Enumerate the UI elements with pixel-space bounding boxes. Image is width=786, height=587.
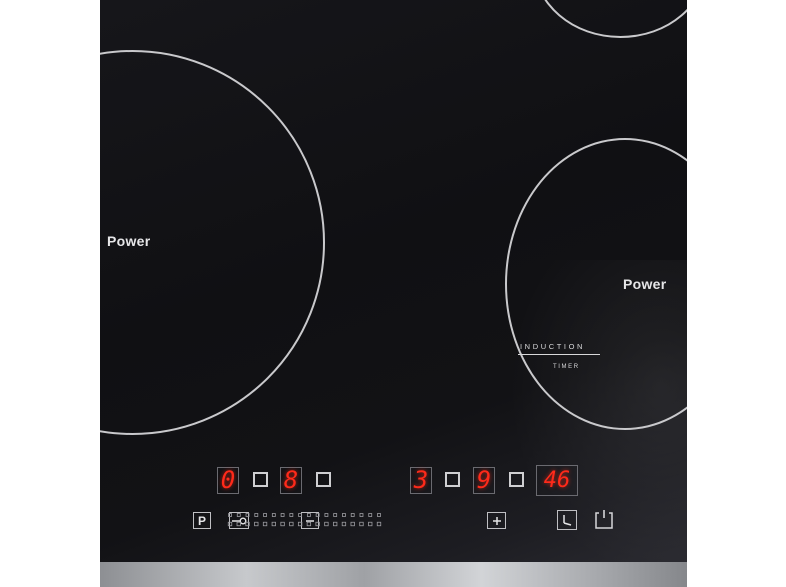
power-icon — [595, 510, 613, 529]
slider-step[interactable] — [271, 521, 276, 527]
slider-step[interactable] — [297, 521, 303, 527]
slider-plus-button[interactable] — [487, 512, 506, 529]
power-slider[interactable] — [226, 511, 383, 529]
pause-label: P — [197, 513, 206, 528]
slider-step[interactable] — [315, 521, 320, 527]
slider-step[interactable] — [306, 513, 311, 517]
pause-button[interactable]: P — [193, 512, 211, 529]
slider-step[interactable] — [245, 513, 250, 517]
slider-step[interactable] — [333, 521, 338, 527]
slider-step[interactable] — [280, 521, 285, 527]
zone2-select-button[interactable] — [316, 472, 331, 487]
slider-step[interactable] — [333, 513, 338, 517]
zone3-select-button[interactable] — [445, 472, 460, 487]
stainless-trim — [100, 562, 687, 587]
power-button[interactable] — [594, 509, 614, 530]
slider-step[interactable] — [227, 521, 233, 527]
plus-icon — [492, 516, 501, 525]
slider-step[interactable] — [368, 513, 373, 517]
slider-step[interactable] — [342, 513, 346, 517]
slider-step[interactable] — [262, 521, 268, 527]
slider-step[interactable] — [315, 513, 320, 517]
zone4-select-button[interactable] — [509, 472, 524, 487]
slider-step[interactable] — [289, 521, 294, 527]
induction-brand-label: INDUCTION — [520, 342, 586, 351]
slider-step[interactable] — [324, 521, 329, 527]
slider-step[interactable] — [280, 513, 285, 517]
slider-step[interactable] — [377, 513, 381, 517]
slider-step[interactable] — [341, 521, 347, 527]
slider-step[interactable] — [298, 513, 303, 517]
slider-step[interactable] — [254, 521, 259, 527]
zone2-level-display: 8 — [280, 467, 302, 494]
timer-minutes-display: 46 — [536, 465, 578, 496]
slider-step[interactable] — [359, 513, 364, 517]
slider-step[interactable] — [306, 521, 312, 527]
slider-step[interactable] — [245, 521, 250, 527]
slider-step[interactable] — [236, 521, 241, 527]
zone4-level-display: 9 — [473, 467, 495, 494]
clock-icon — [563, 515, 572, 526]
zone1-level-display: 0 — [217, 467, 239, 494]
slider-step[interactable] — [236, 513, 241, 517]
power-label-right-zone: Power — [623, 276, 667, 292]
slider-step[interactable] — [263, 513, 267, 517]
slider-step[interactable] — [350, 513, 355, 517]
slider-step[interactable] — [324, 513, 329, 517]
slider-step[interactable] — [254, 513, 259, 517]
induction-cooktop: Power Power INDUCTION TIMER — [100, 0, 687, 562]
slider-step[interactable] — [228, 513, 232, 517]
zone3-level-display: 3 — [410, 467, 432, 494]
slider-step[interactable] — [289, 513, 294, 517]
timer-brand-label: TIMER — [553, 364, 580, 370]
timer-button[interactable] — [557, 510, 577, 530]
slider-step[interactable] — [368, 521, 373, 527]
slider-step[interactable] — [350, 521, 355, 527]
brand-divider — [518, 354, 600, 355]
zone1-select-button[interactable] — [253, 472, 268, 487]
cooking-zone-top-right — [533, 0, 687, 38]
power-label-large-zone: Power — [107, 233, 151, 249]
slider-step[interactable] — [376, 521, 382, 527]
slider-step[interactable] — [271, 513, 276, 517]
slider-step[interactable] — [359, 521, 364, 527]
